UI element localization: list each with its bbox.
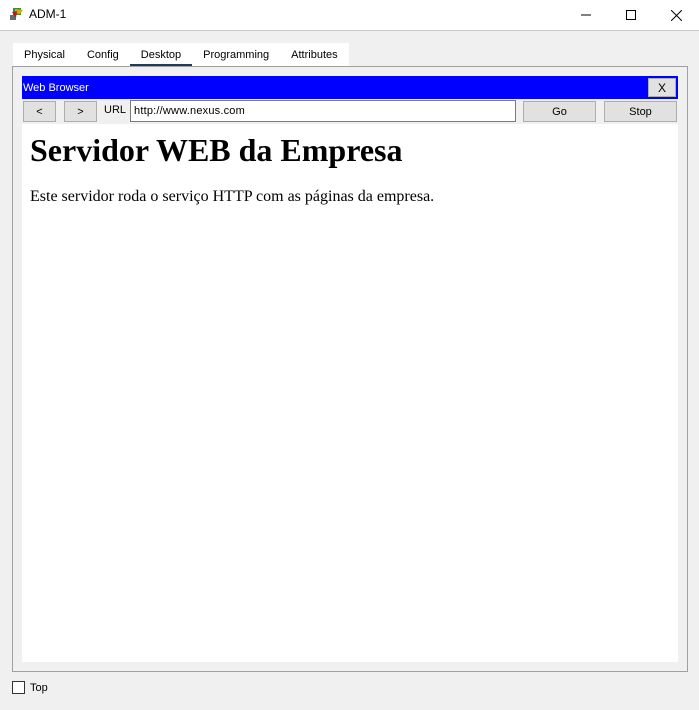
minimize-button[interactable]	[563, 0, 609, 30]
url-label: URL	[104, 104, 127, 116]
web-browser-title-bar: Web Browser X	[22, 76, 678, 99]
web-browser-title: Web Browser	[23, 82, 89, 94]
page-paragraph: Este servidor roda o serviço HTTP com as…	[30, 188, 435, 205]
tab-label: Programming	[203, 49, 270, 61]
packet-tracer-pc-icon	[9, 6, 25, 22]
top-checkbox-label: Top	[30, 682, 48, 694]
tab-desktop[interactable]: Desktop	[129, 43, 193, 67]
top-checkbox[interactable]	[12, 681, 25, 694]
close-icon	[670, 9, 682, 21]
close-window-button[interactable]	[653, 0, 699, 30]
web-browser-close-button[interactable]: X	[648, 78, 676, 97]
url-input[interactable]: http://www.nexus.com	[130, 100, 516, 122]
title-divider	[0, 30, 699, 31]
page-heading: Servidor WEB da Empresa	[30, 132, 403, 168]
window-title: ADM-1	[29, 7, 67, 21]
tab-label: Desktop	[140, 49, 182, 61]
tab-physical[interactable]: Physical	[13, 43, 76, 67]
tab-label: Physical	[24, 49, 65, 61]
browser-content: Servidor WEB da Empresa Este servidor ro…	[22, 124, 678, 662]
browser-nav-bar: < > URL http://www.nexus.com Go Stop	[22, 99, 678, 124]
tab-config[interactable]: Config	[76, 43, 130, 67]
maximize-icon	[626, 10, 636, 20]
tab-label: Config	[86, 49, 119, 61]
minimize-icon	[581, 14, 591, 16]
tab-label: Attributes	[291, 49, 338, 61]
go-button[interactable]: Go	[523, 101, 596, 122]
tab-bar: Physical Config Desktop Programming Attr…	[13, 43, 349, 67]
stop-button[interactable]: Stop	[604, 101, 677, 122]
tab-attributes[interactable]: Attributes	[280, 43, 348, 67]
title-bar: ADM-1	[0, 0, 699, 30]
maximize-button[interactable]	[608, 0, 654, 30]
forward-button[interactable]: >	[64, 101, 97, 122]
tab-programming[interactable]: Programming	[192, 43, 280, 67]
back-button[interactable]: <	[23, 101, 56, 122]
